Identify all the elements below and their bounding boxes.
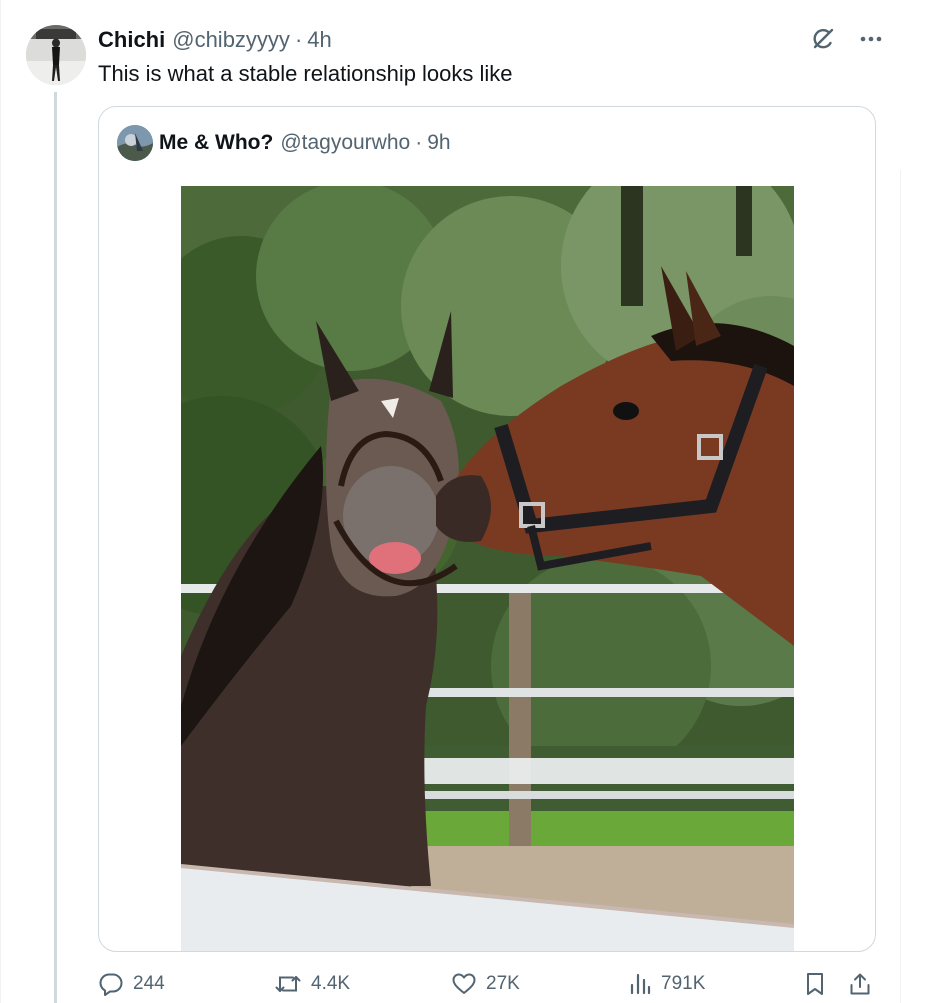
quoted-author-avatar[interactable] xyxy=(117,125,153,161)
views-icon xyxy=(630,973,651,995)
quoted-post[interactable]: Me & Who? @tagyourwho · 9h xyxy=(98,106,876,952)
action-bar: 244 4.4K 27K 791K xyxy=(98,966,878,1002)
right-border xyxy=(900,170,901,1003)
reply-count: 244 xyxy=(133,973,165,994)
separator-dot: · xyxy=(415,131,423,154)
more-icon[interactable] xyxy=(854,24,888,54)
grok-icon[interactable] xyxy=(806,24,840,54)
bookmark-button[interactable] xyxy=(804,966,826,1002)
thread-line xyxy=(54,92,57,1003)
like-icon xyxy=(452,973,476,994)
like-button[interactable]: 27K xyxy=(451,966,520,1002)
quoted-author-handle[interactable]: @tagyourwho xyxy=(280,131,410,155)
quoted-post-time[interactable]: 9h xyxy=(427,131,450,155)
reply-button[interactable]: 244 xyxy=(98,966,165,1002)
left-border xyxy=(0,0,1,1003)
like-count: 27K xyxy=(486,973,520,994)
repost-count: 4.4K xyxy=(311,973,351,994)
post-top-icons xyxy=(806,24,888,54)
share-icon xyxy=(850,973,870,995)
quoted-header: Me & Who? @tagyourwho · 9h xyxy=(159,129,451,157)
repost-button[interactable]: 4.4K xyxy=(274,966,350,1002)
bookmark-icon xyxy=(807,973,823,995)
separator-dot: · xyxy=(294,27,303,52)
author-name[interactable]: Chichi xyxy=(98,27,165,53)
post-time[interactable]: 4h xyxy=(307,27,331,53)
post-text: This is what a stable relationship looks… xyxy=(98,61,513,86)
repost-icon xyxy=(275,976,301,992)
post-header: Chichi @chibzyyyy · 4h xyxy=(98,26,332,54)
author-handle[interactable]: @chibzyyyy xyxy=(172,27,290,53)
author-avatar[interactable] xyxy=(26,25,86,85)
reply-icon xyxy=(99,973,123,996)
share-button[interactable] xyxy=(848,966,872,1002)
quoted-photo[interactable] xyxy=(181,186,794,951)
views-button[interactable]: 791K xyxy=(628,966,705,1002)
quoted-author-name[interactable]: Me & Who? xyxy=(159,131,273,155)
view-count: 791K xyxy=(661,973,706,994)
